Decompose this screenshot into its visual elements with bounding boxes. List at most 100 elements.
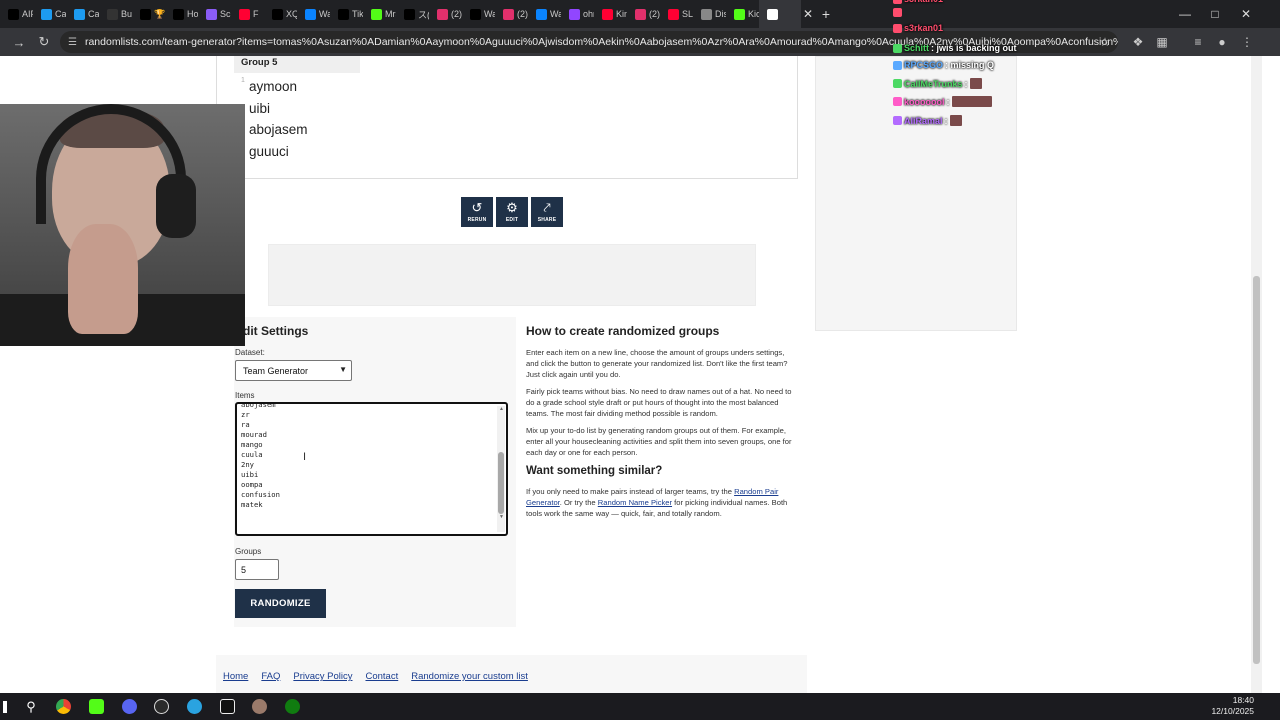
- browser-tab[interactable]: Wa: [297, 0, 330, 28]
- chat-message: [893, 8, 906, 17]
- clock-date: 12/10/2025: [1211, 706, 1254, 716]
- media-controls-icon[interactable]: ≡: [1187, 28, 1209, 56]
- randomize-button[interactable]: RANDOMIZE: [235, 589, 326, 618]
- search-icon[interactable]: ⚲: [16, 693, 46, 720]
- item-line: 2ny: [241, 460, 254, 469]
- clock-time: 18:40: [1232, 695, 1254, 705]
- tiktok-icon: [338, 8, 349, 20]
- random-name-picker-link[interactable]: Random Name Picker: [598, 498, 672, 507]
- bookmark-star-icon[interactable]: ☆: [1094, 28, 1116, 56]
- browser-tab[interactable]: AIPA: [0, 0, 33, 28]
- minimize-icon[interactable]: —: [1170, 0, 1200, 28]
- browser-tab-label: TikT: [352, 9, 363, 19]
- browser-tab[interactable]: Wa: [462, 0, 495, 28]
- browser-tab-label: Kick: [748, 9, 759, 19]
- chevron-down-icon: ▼: [339, 365, 347, 374]
- rerun-label: RERUN: [467, 217, 487, 223]
- browser-tab[interactable]: Buy: [99, 0, 132, 28]
- browser-tab[interactable]: (2): [627, 0, 660, 28]
- discord-icon[interactable]: [114, 693, 144, 720]
- capcut-icon[interactable]: [212, 693, 242, 720]
- footer-link-custom-list[interactable]: Randomize your custom list: [411, 671, 528, 682]
- kick-app-icon[interactable]: [81, 693, 111, 720]
- browser-tab[interactable]: ス(: [396, 0, 429, 28]
- textarea-scroll-thumb[interactable]: [498, 452, 504, 514]
- windows-start-icon[interactable]: [0, 693, 10, 720]
- extension-icon[interactable]: ❖: [1127, 28, 1149, 56]
- browser-tab[interactable]: Kick: [726, 0, 759, 28]
- footer-link-faq[interactable]: FAQ: [261, 671, 280, 682]
- dataset-select[interactable]: Team Generator ▼: [235, 360, 352, 381]
- rerun-button[interactable]: ↺ RERUN: [461, 197, 493, 227]
- close-window-icon[interactable]: ✕: [1231, 0, 1261, 28]
- gear-icon: ⚙: [506, 200, 518, 215]
- browser-tab[interactable]: ohn: [561, 0, 594, 28]
- browser-tab[interactable]: XQ: [264, 0, 297, 28]
- profile-icon[interactable]: ●: [1211, 28, 1233, 56]
- browser-tab[interactable]: Call: [66, 0, 99, 28]
- reload-icon[interactable]: ↻: [33, 28, 55, 56]
- chat-icon: [305, 8, 316, 20]
- edit-label: EDIT: [505, 217, 519, 223]
- browser-tab-label: Scr: [220, 9, 231, 19]
- browser-tab[interactable]: 🏆: [132, 0, 165, 28]
- chat-username: CallMeTrunks: [904, 78, 963, 89]
- telegram-icon[interactable]: [179, 693, 209, 720]
- xbox-icon[interactable]: [277, 693, 307, 720]
- items-lines: abojasem zr ra mourad mango cuula 2ny uibi oompa…: [241, 404, 280, 510]
- group-title: Group 5: [234, 56, 360, 73]
- browser-tab[interactable]: Wa: [528, 0, 561, 28]
- browser-tab-label: (2): [517, 9, 528, 19]
- scroll-up-icon[interactable]: ▲: [499, 406, 504, 412]
- edit-button[interactable]: ⚙ EDIT: [496, 197, 528, 227]
- site-info-icon[interactable]: ☰: [68, 37, 77, 48]
- bird-icon: [74, 8, 85, 20]
- browser-tab-label: Wa: [484, 9, 495, 19]
- browser-tab[interactable]: Disc: [693, 0, 726, 28]
- chat-message: s3rkan01: [893, 0, 945, 4]
- items-textarea[interactable]: abojasem zr ra mourad mango cuula 2ny uibi oompa…: [235, 402, 508, 536]
- page-scroll-thumb[interactable]: [1253, 276, 1260, 664]
- footer-link-home[interactable]: Home: [223, 671, 248, 682]
- chat-message: s3rkan01: [893, 23, 945, 33]
- instagram-icon: [635, 8, 646, 20]
- chrome-icon[interactable]: [48, 693, 78, 720]
- emote-icon: [969, 78, 982, 89]
- browser-tab[interactable]: TikT: [330, 0, 363, 28]
- browser-tab[interactable]: (2): [495, 0, 528, 28]
- browser-tab[interactable]: F: [231, 0, 264, 28]
- chat-username: Schitt: [904, 43, 930, 53]
- menu-icon[interactable]: ⋮: [1236, 28, 1258, 56]
- browser-tab[interactable]: Mrs: [363, 0, 396, 28]
- browser-tab[interactable]: [759, 0, 801, 28]
- forward-icon[interactable]: →: [8, 28, 30, 56]
- obs-icon[interactable]: [146, 693, 176, 720]
- groups-input[interactable]: 5: [235, 559, 279, 580]
- browser-tab[interactable]: Scr: [198, 0, 231, 28]
- headphone-ear-icon: [156, 174, 196, 238]
- similar-paragraph: If you only need to make pairs instead o…: [526, 486, 798, 519]
- footer-link-privacy[interactable]: Privacy Policy: [293, 671, 352, 682]
- close-tab-icon[interactable]: ✕: [801, 0, 815, 28]
- x-icon: [173, 8, 184, 20]
- item-line: mourad: [241, 430, 267, 439]
- share-button[interactable]: ⤤ SHARE: [531, 197, 563, 227]
- chat-username: s3rkan01: [904, 0, 943, 4]
- user-app-icon[interactable]: [244, 693, 274, 720]
- similar-heading: Want something similar?: [526, 465, 663, 477]
- info-paragraph: Fairly pick teams without bias. No need …: [526, 387, 792, 418]
- browser-tab[interactable]: Call: [33, 0, 66, 28]
- similar-text: . Or try the: [559, 498, 598, 507]
- browser-tab[interactable]: SL: [660, 0, 693, 28]
- browser-tab[interactable]: King: [594, 0, 627, 28]
- extensions-puzzle-icon[interactable]: ▦: [1151, 28, 1173, 56]
- maximize-icon[interactable]: □: [1200, 0, 1230, 28]
- system-clock[interactable]: 18:40 12/10/2025: [1211, 695, 1254, 717]
- browser-tab[interactable]: Hor: [165, 0, 198, 28]
- new-tab-icon[interactable]: +: [815, 0, 837, 28]
- dataset-label: Dataset:: [235, 348, 265, 357]
- scroll-down-icon[interactable]: ▼: [499, 514, 504, 520]
- footer-link-contact[interactable]: Contact: [365, 671, 398, 682]
- tiktok-icon: [272, 8, 283, 20]
- browser-tab[interactable]: (2): [429, 0, 462, 28]
